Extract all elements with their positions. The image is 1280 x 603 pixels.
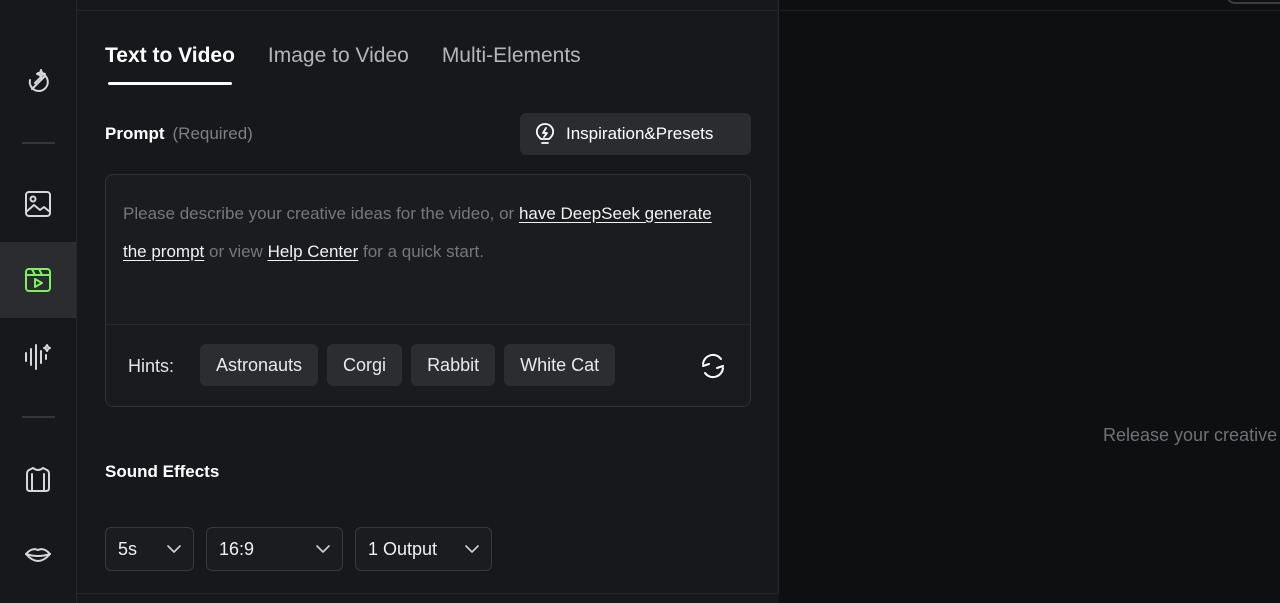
preview-placeholder: Release your creative xyxy=(1103,425,1278,445)
hint-chip[interactable]: Rabbit xyxy=(411,344,496,386)
lightbulb-icon xyxy=(535,123,555,144)
help-center-link[interactable]: Help Center xyxy=(268,242,359,261)
prompt-required-note: (Required) xyxy=(172,124,253,143)
preview-area: Release your creative xyxy=(780,0,1280,603)
sidebar-item-magic[interactable] xyxy=(0,44,76,120)
generation-settings: 5s 16:9 1 Output xyxy=(105,527,492,571)
prompt-title: Prompt xyxy=(105,124,165,143)
prompt-label: Prompt (Required) xyxy=(105,123,253,145)
video-icon xyxy=(25,268,51,292)
hints-label: Hints: xyxy=(128,356,175,376)
panel-bottom-divider xyxy=(77,593,779,603)
tab-multi-elements[interactable]: Multi-Elements xyxy=(442,42,581,70)
sidebar-item-video[interactable] xyxy=(0,242,76,318)
magic-wand-icon xyxy=(28,69,49,92)
active-tab-indicator xyxy=(108,82,232,85)
audio-wave-icon xyxy=(25,344,51,370)
prompt-textarea[interactable]: Please describe your creative ideas for … xyxy=(105,174,751,407)
preview-top-control[interactable] xyxy=(1226,0,1280,4)
aspect-ratio-value: 16:9 xyxy=(219,538,255,559)
duration-select[interactable]: 5s xyxy=(105,527,194,571)
hint-chips: Astronauts Corgi Rabbit White Cat xyxy=(200,344,616,386)
hint-chip[interactable]: White Cat xyxy=(504,344,616,386)
shirt-icon xyxy=(26,467,50,492)
placeholder-text: for a quick start. xyxy=(358,242,484,261)
chevron-down-icon xyxy=(316,545,330,553)
sidebar-item-lipsync[interactable] xyxy=(0,517,76,593)
chevron-down-icon xyxy=(167,545,181,553)
output-count-value: 1 Output xyxy=(368,538,438,559)
sidebar-divider xyxy=(22,416,55,418)
image-icon xyxy=(25,191,51,217)
generation-panel: Text to Video Image to Video Multi-Eleme… xyxy=(77,0,779,603)
chevron-down-icon xyxy=(465,545,479,553)
output-count-select[interactable]: 1 Output xyxy=(355,527,492,571)
placeholder-text: Please describe your creative ideas for … xyxy=(123,204,519,223)
tab-image-to-video[interactable]: Image to Video xyxy=(268,42,409,70)
inspiration-presets-label: Inspiration&Presets xyxy=(566,124,714,143)
inspiration-presets-button[interactable]: Inspiration&Presets xyxy=(520,113,751,155)
lips-icon xyxy=(25,548,51,562)
hints-row: Hints: Astronauts Corgi Rabbit White Cat xyxy=(106,324,750,406)
refresh-hints-button[interactable] xyxy=(698,351,728,381)
hint-chip[interactable]: Corgi xyxy=(327,344,403,386)
sidebar-divider xyxy=(22,142,55,144)
panel-top-divider xyxy=(77,10,779,11)
preview-top-divider xyxy=(780,10,1280,11)
mode-tabs: Text to Video Image to Video Multi-Eleme… xyxy=(105,42,581,70)
tab-text-to-video[interactable]: Text to Video xyxy=(105,42,235,70)
sidebar-item-audio[interactable] xyxy=(0,319,76,395)
duration-value: 5s xyxy=(118,538,138,559)
placeholder-text: or view xyxy=(204,242,268,261)
hint-chip[interactable]: Astronauts xyxy=(200,344,319,386)
prompt-placeholder: Please describe your creative ideas for … xyxy=(123,195,723,271)
aspect-ratio-select[interactable]: 16:9 xyxy=(206,527,343,571)
refresh-icon xyxy=(702,353,724,379)
app-window: Text to Video Image to Video Multi-Eleme… xyxy=(0,0,1280,603)
sidebar xyxy=(0,0,77,603)
sidebar-item-image[interactable] xyxy=(0,166,76,242)
sidebar-item-tryon[interactable] xyxy=(0,441,76,517)
sound-effects-label: Sound Effects xyxy=(105,462,220,481)
